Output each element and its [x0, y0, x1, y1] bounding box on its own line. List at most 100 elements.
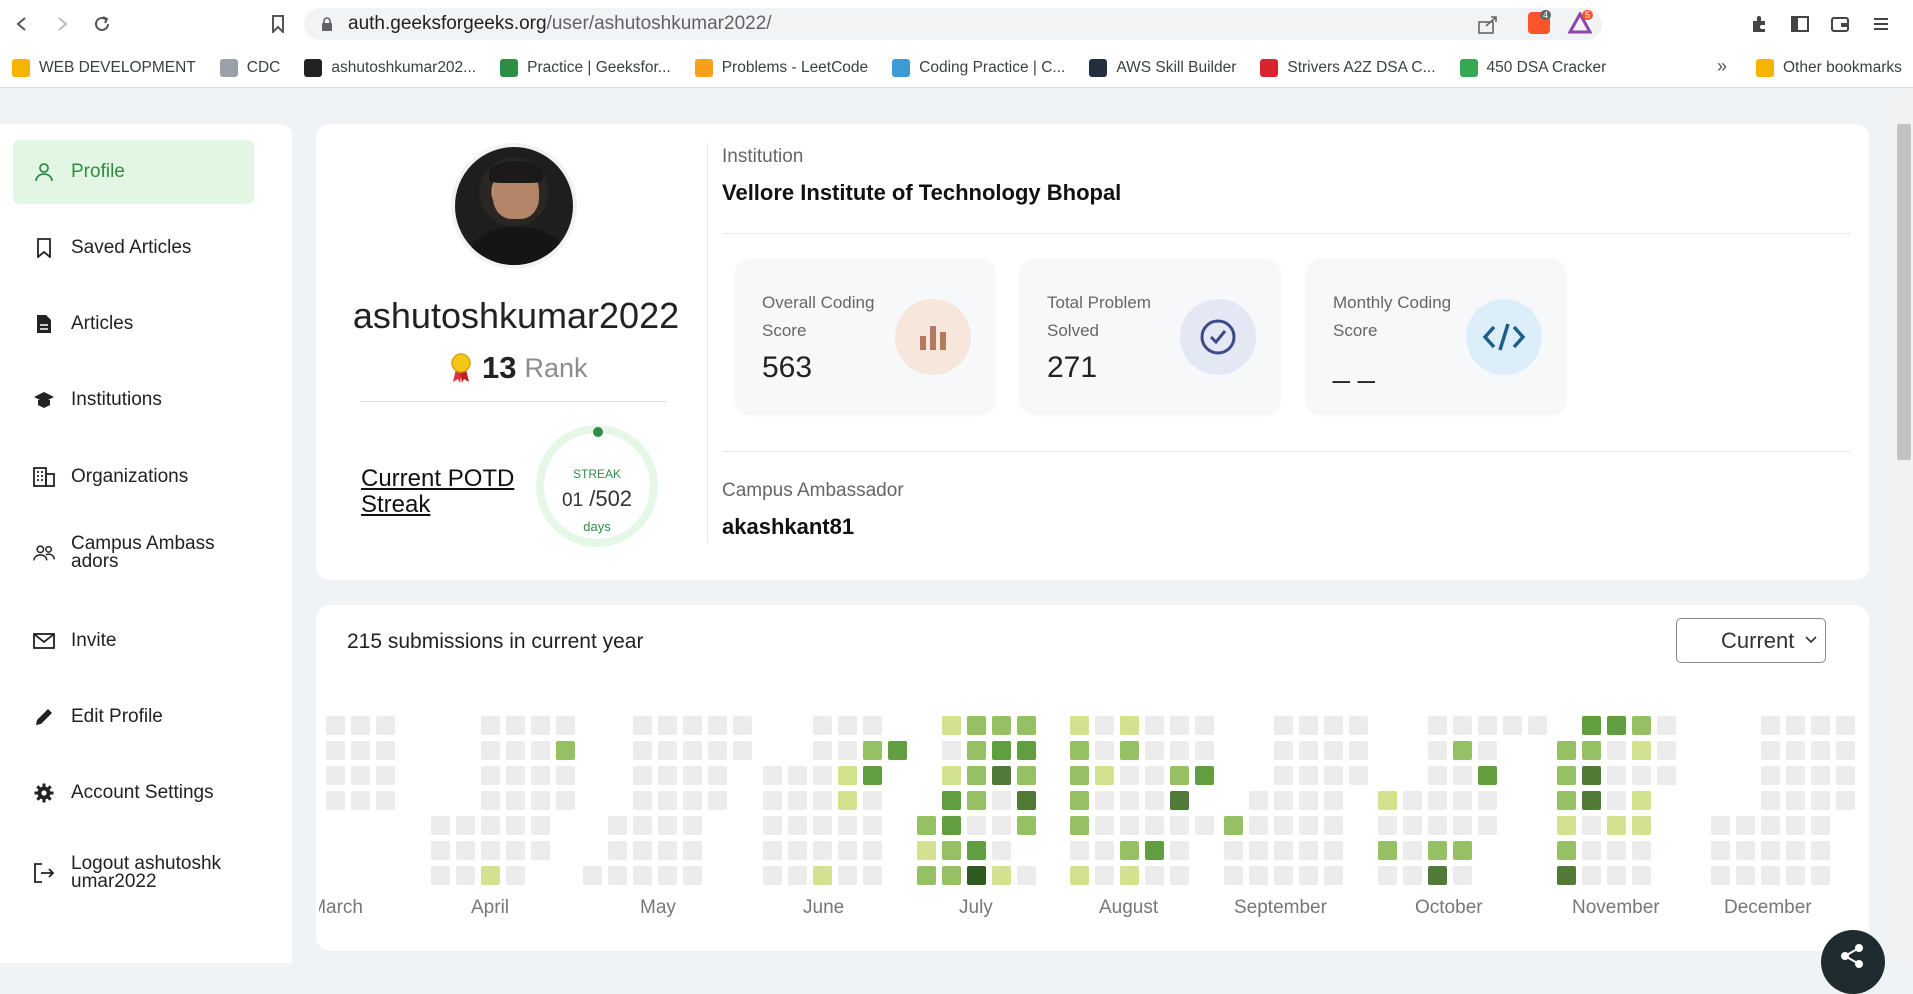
heatmap-cell[interactable]	[1170, 741, 1189, 760]
heatmap-cell[interactable]	[633, 841, 652, 860]
heatmap-cell[interactable]	[481, 766, 500, 785]
heatmap-cell[interactable]	[813, 741, 832, 760]
heatmap-cell[interactable]	[1224, 866, 1243, 885]
heatmap-cell[interactable]	[531, 841, 550, 860]
heatmap-cell[interactable]	[1811, 866, 1830, 885]
heatmap-cell[interactable]	[1428, 766, 1447, 785]
sidebar-item-institutions[interactable]: Institutions	[13, 368, 254, 432]
sidebar-item-edit[interactable]: Edit Profile	[13, 685, 254, 749]
heatmap-cell[interactable]	[481, 866, 500, 885]
heatmap-cell[interactable]	[1249, 841, 1268, 860]
heatmap-cell[interactable]	[1582, 766, 1601, 785]
heatmap-cell[interactable]	[506, 841, 525, 860]
heatmap-cell[interactable]	[1607, 741, 1626, 760]
heatmap-cell[interactable]	[1170, 841, 1189, 860]
heatmap-cell[interactable]	[1095, 716, 1114, 735]
heatmap-cell[interactable]	[1120, 791, 1139, 810]
heatmap-cell[interactable]	[1836, 766, 1855, 785]
heatmap-cell[interactable]	[1145, 766, 1164, 785]
heatmap-cell[interactable]	[1478, 716, 1497, 735]
heatmap-cell[interactable]	[763, 866, 782, 885]
heatmap-cell[interactable]	[1453, 816, 1472, 835]
heatmap-cell[interactable]	[813, 716, 832, 735]
heatmap-cell[interactable]	[1145, 841, 1164, 860]
heatmap-cell[interactable]	[1632, 816, 1651, 835]
heatmap-cell[interactable]	[1582, 841, 1601, 860]
heatmap-cell[interactable]	[431, 816, 450, 835]
bookmark-item[interactable]: Practice | Geeksfor...	[500, 58, 671, 77]
heatmap-cell[interactable]	[788, 791, 807, 810]
heatmap-cell[interactable]	[942, 766, 961, 785]
heatmap-cell[interactable]	[683, 866, 702, 885]
heatmap-cell[interactable]	[967, 816, 986, 835]
heatmap-cell[interactable]	[1557, 816, 1576, 835]
heatmap-cell[interactable]	[1761, 791, 1780, 810]
sidebar-item-account[interactable]: Account Settings	[13, 761, 254, 825]
potd-streak-link[interactable]: Current POTD Streak	[361, 466, 521, 518]
heatmap-cell[interactable]	[1632, 866, 1651, 885]
heatmap-cell[interactable]	[917, 841, 936, 860]
heatmap-cell[interactable]	[1070, 766, 1089, 785]
heatmap-cell[interactable]	[506, 716, 525, 735]
heatmap-cell[interactable]	[658, 791, 677, 810]
heatmap-cell[interactable]	[967, 716, 986, 735]
heatmap-cell[interactable]	[1453, 716, 1472, 735]
heatmap-cell[interactable]	[863, 866, 882, 885]
heatmap-cell[interactable]	[1120, 866, 1139, 885]
heatmap-cell[interactable]	[1017, 866, 1036, 885]
sidebar-toggle-icon[interactable]	[1790, 14, 1810, 39]
heatmap-cell[interactable]	[1582, 741, 1601, 760]
heatmap-cell[interactable]	[967, 791, 986, 810]
heatmap-cell[interactable]	[1403, 841, 1422, 860]
sidebar-item-logout[interactable]: Logout ashutoshkumar2022	[13, 841, 254, 905]
heatmap-cell[interactable]	[1170, 791, 1189, 810]
heatmap-cell[interactable]	[992, 791, 1011, 810]
heatmap-cell[interactable]	[633, 766, 652, 785]
heatmap-cell[interactable]	[1274, 841, 1293, 860]
heatmap-cell[interactable]	[967, 866, 986, 885]
heatmap-cell[interactable]	[531, 766, 550, 785]
heatmap-cell[interactable]	[556, 741, 575, 760]
heatmap-cell[interactable]	[813, 841, 832, 860]
heatmap-cell[interactable]	[863, 766, 882, 785]
heatmap-cell[interactable]	[1478, 791, 1497, 810]
heatmap-cell[interactable]	[1224, 841, 1243, 860]
heatmap-cell[interactable]	[1428, 816, 1447, 835]
heatmap-cell[interactable]	[1582, 791, 1601, 810]
heatmap-cell[interactable]	[1478, 816, 1497, 835]
heatmap-cell[interactable]	[506, 866, 525, 885]
heatmap-cell[interactable]	[813, 791, 832, 810]
heatmap-cell[interactable]	[1170, 766, 1189, 785]
heatmap-cell[interactable]	[326, 791, 345, 810]
heatmap-cell[interactable]	[1607, 791, 1626, 810]
heatmap-cell[interactable]	[813, 766, 832, 785]
heatmap-cell[interactable]	[1428, 741, 1447, 760]
heatmap-cell[interactable]	[863, 741, 882, 760]
heatmap-cell[interactable]	[967, 766, 986, 785]
heatmap-cell[interactable]	[1299, 766, 1318, 785]
heatmap-cell[interactable]	[1378, 841, 1397, 860]
heatmap-cell[interactable]	[1378, 866, 1397, 885]
heatmap-cell[interactable]	[351, 766, 370, 785]
bookmark-item[interactable]: Strivers A2Z DSA C...	[1260, 58, 1436, 77]
heatmap-cell[interactable]	[376, 741, 395, 760]
heatmap-cell[interactable]	[1736, 816, 1755, 835]
heatmap-cell[interactable]	[917, 816, 936, 835]
heatmap-cell[interactable]	[1120, 841, 1139, 860]
heatmap-cell[interactable]	[1017, 716, 1036, 735]
heatmap-cell[interactable]	[838, 791, 857, 810]
heatmap-cell[interactable]	[1299, 866, 1318, 885]
more-bookmarks-icon[interactable]: »	[1717, 56, 1727, 77]
heatmap-cell[interactable]	[633, 816, 652, 835]
other-bookmarks[interactable]: Other bookmarks	[1756, 59, 1902, 77]
heatmap-cell[interactable]	[326, 716, 345, 735]
heatmap-cell[interactable]	[456, 816, 475, 835]
heatmap-cell[interactable]	[556, 766, 575, 785]
heatmap-cell[interactable]	[1017, 766, 1036, 785]
heatmap-cell[interactable]	[813, 866, 832, 885]
heatmap-cell[interactable]	[1324, 716, 1343, 735]
heatmap-cell[interactable]	[1324, 841, 1343, 860]
bookmark-item[interactable]: WEB DEVELOPMENT	[12, 58, 196, 77]
heatmap-cell[interactable]	[351, 741, 370, 760]
heatmap-cell[interactable]	[1811, 841, 1830, 860]
